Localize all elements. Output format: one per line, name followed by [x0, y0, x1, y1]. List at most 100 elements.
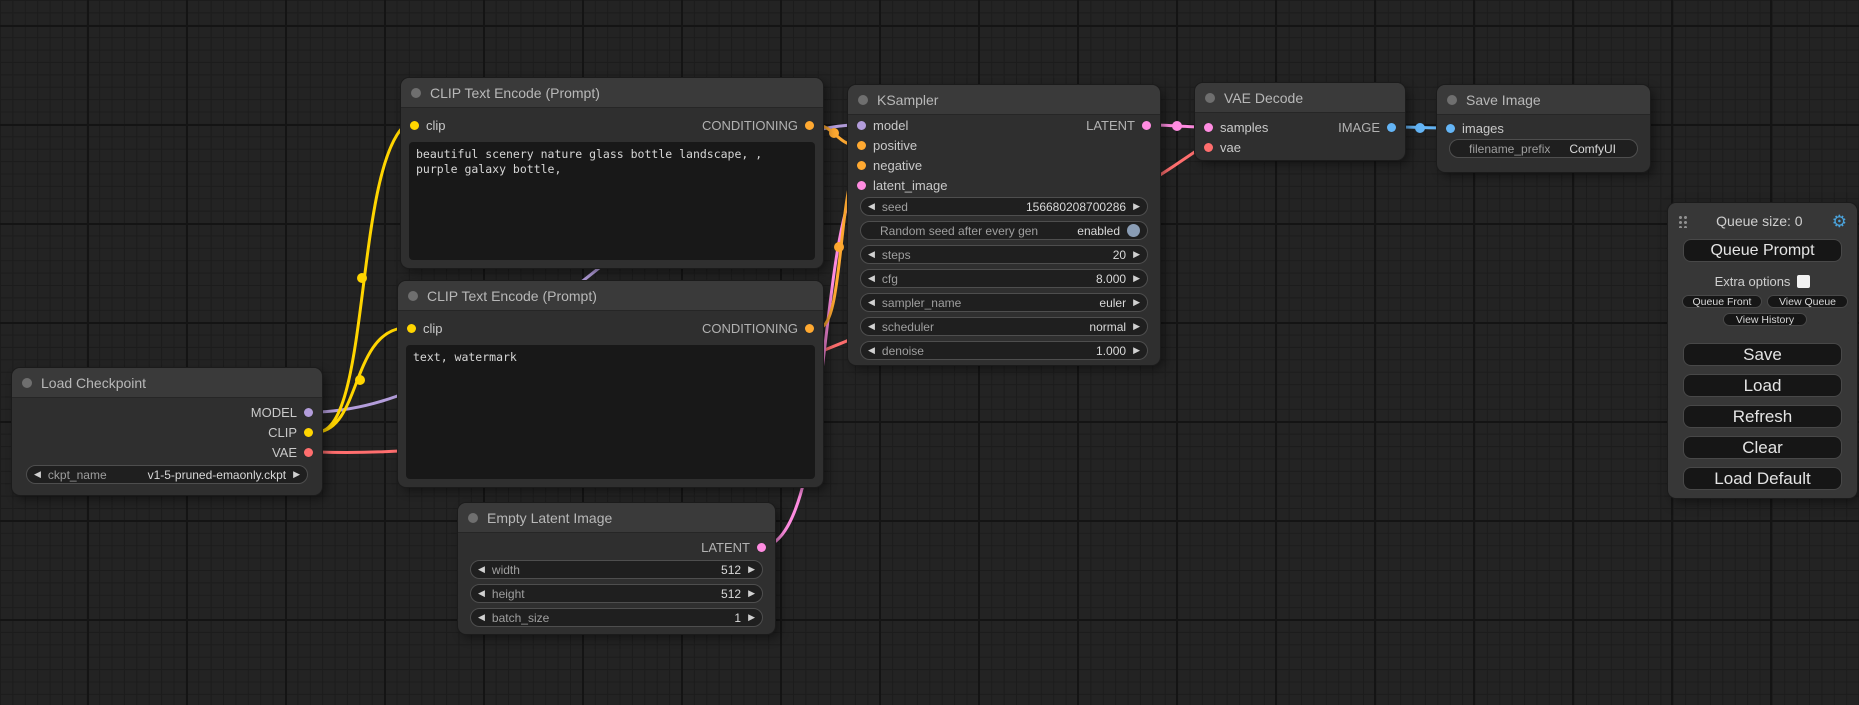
node-save-image[interactable]: Save Image images filename_prefix ComfyU…: [1437, 85, 1650, 172]
steps-widget[interactable]: ◀ steps 20 ▶: [860, 245, 1148, 264]
model-port-icon[interactable]: [304, 408, 313, 417]
ckpt-name-widget[interactable]: ◀ ckpt_name v1-5-pruned-emaonly.ckpt ▶: [26, 465, 308, 484]
batch-size-widget[interactable]: ◀ batch_size 1 ▶: [470, 608, 763, 627]
conditioning-port-icon[interactable]: [857, 141, 866, 150]
extra-options-checkbox[interactable]: [1797, 275, 1810, 288]
node-load-checkpoint[interactable]: Load Checkpoint MODEL CLIP VAE ◀ ckpt_na…: [12, 368, 322, 495]
refresh-button[interactable]: Refresh: [1683, 405, 1842, 428]
node-ksampler[interactable]: KSampler model positive negative latent_…: [848, 85, 1160, 365]
increment-arrow-icon[interactable]: ▶: [293, 470, 300, 479]
prompt-textarea[interactable]: beautiful scenery nature glass bottle la…: [409, 142, 815, 260]
input-slot-negative[interactable]: negative: [857, 156, 922, 174]
collapse-dot-icon[interactable]: [858, 95, 868, 105]
view-queue-button[interactable]: View Queue: [1767, 295, 1848, 308]
vae-port-icon[interactable]: [1204, 143, 1213, 152]
output-slot-conditioning[interactable]: CONDITIONING: [702, 319, 814, 337]
latent-port-icon[interactable]: [1142, 121, 1151, 130]
random-seed-toggle-widget[interactable]: Random seed after every gen enabled: [860, 221, 1148, 240]
save-button[interactable]: Save: [1683, 343, 1842, 366]
conditioning-port-icon[interactable]: [805, 121, 814, 130]
decrement-arrow-icon[interactable]: ◀: [868, 346, 875, 355]
input-slot-positive[interactable]: positive: [857, 136, 917, 154]
output-slot-vae[interactable]: VAE: [272, 443, 313, 461]
clip-port-icon[interactable]: [410, 121, 419, 130]
increment-arrow-icon[interactable]: ▶: [748, 613, 755, 622]
filename-prefix-widget[interactable]: filename_prefix ComfyUI: [1449, 139, 1638, 158]
increment-arrow-icon[interactable]: ▶: [1133, 250, 1140, 259]
view-history-button[interactable]: View History: [1723, 313, 1807, 326]
collapse-dot-icon[interactable]: [408, 291, 418, 301]
output-slot-latent[interactable]: LATENT: [701, 538, 766, 556]
decrement-arrow-icon[interactable]: ◀: [478, 565, 485, 574]
load-default-button[interactable]: Load Default: [1683, 467, 1842, 490]
node-clip-text-encode-negative[interactable]: CLIP Text Encode (Prompt) clip CONDITION…: [398, 281, 823, 487]
latent-port-icon[interactable]: [857, 181, 866, 190]
model-port-icon[interactable]: [857, 121, 866, 130]
cfg-widget[interactable]: ◀ cfg 8.000 ▶: [860, 269, 1148, 288]
increment-arrow-icon[interactable]: ▶: [1133, 274, 1140, 283]
output-slot-model[interactable]: MODEL: [251, 403, 313, 421]
output-slot-conditioning[interactable]: CONDITIONING: [702, 116, 814, 134]
decrement-arrow-icon[interactable]: ◀: [478, 613, 485, 622]
node-clip-text-encode-positive[interactable]: CLIP Text Encode (Prompt) clip CONDITION…: [401, 78, 823, 268]
node-empty-latent-image[interactable]: Empty Latent Image LATENT ◀ width 512 ▶ …: [458, 503, 775, 634]
increment-arrow-icon[interactable]: ▶: [1133, 202, 1140, 211]
clip-port-icon[interactable]: [304, 428, 313, 437]
latent-port-icon[interactable]: [757, 543, 766, 552]
input-slot-clip[interactable]: clip: [410, 116, 446, 134]
input-slot-model[interactable]: model: [857, 116, 908, 134]
output-slot-clip[interactable]: CLIP: [268, 423, 313, 441]
denoise-widget[interactable]: ◀ denoise 1.000 ▶: [860, 341, 1148, 360]
input-slot-samples[interactable]: samples: [1204, 118, 1268, 136]
collapse-dot-icon[interactable]: [411, 88, 421, 98]
node-graph-canvas[interactable]: Load Checkpoint MODEL CLIP VAE ◀ ckpt_na…: [0, 0, 1859, 705]
output-slot-latent[interactable]: LATENT: [1086, 116, 1151, 134]
increment-arrow-icon[interactable]: ▶: [748, 589, 755, 598]
decrement-arrow-icon[interactable]: ◀: [868, 202, 875, 211]
width-widget[interactable]: ◀ width 512 ▶: [470, 560, 763, 579]
input-slot-images[interactable]: images: [1446, 119, 1504, 137]
sampler-name-widget[interactable]: ◀ sampler_name euler ▶: [860, 293, 1148, 312]
image-port-icon[interactable]: [1446, 124, 1455, 133]
input-slot-clip[interactable]: clip: [407, 319, 443, 337]
node-header[interactable]: KSampler: [848, 85, 1160, 115]
load-button[interactable]: Load: [1683, 374, 1842, 397]
drag-handle-icon[interactable]: [1678, 214, 1687, 228]
prompt-textarea[interactable]: text, watermark: [406, 345, 815, 479]
scheduler-widget[interactable]: ◀ scheduler normal ▶: [860, 317, 1148, 336]
node-header[interactable]: CLIP Text Encode (Prompt): [401, 78, 823, 108]
increment-arrow-icon[interactable]: ▶: [1133, 346, 1140, 355]
collapse-dot-icon[interactable]: [1205, 93, 1215, 103]
node-header[interactable]: CLIP Text Encode (Prompt): [398, 281, 823, 311]
decrement-arrow-icon[interactable]: ◀: [868, 274, 875, 283]
collapse-dot-icon[interactable]: [22, 378, 32, 388]
image-port-icon[interactable]: [1387, 123, 1396, 132]
vae-port-icon[interactable]: [304, 448, 313, 457]
input-slot-vae[interactable]: vae: [1204, 138, 1241, 156]
node-vae-decode[interactable]: VAE Decode samples vae IMAGE: [1195, 83, 1405, 160]
decrement-arrow-icon[interactable]: ◀: [868, 250, 875, 259]
conditioning-port-icon[interactable]: [857, 161, 866, 170]
node-header[interactable]: VAE Decode: [1195, 83, 1405, 113]
node-header[interactable]: Empty Latent Image: [458, 503, 775, 533]
clear-button[interactable]: Clear: [1683, 436, 1842, 459]
decrement-arrow-icon[interactable]: ◀: [34, 470, 41, 479]
height-widget[interactable]: ◀ height 512 ▶: [470, 584, 763, 603]
latent-port-icon[interactable]: [1204, 123, 1213, 132]
input-slot-latent-image[interactable]: latent_image: [857, 176, 947, 194]
gear-icon[interactable]: ⚙: [1832, 213, 1847, 230]
queue-front-button[interactable]: Queue Front: [1682, 295, 1762, 308]
decrement-arrow-icon[interactable]: ◀: [478, 589, 485, 598]
node-header[interactable]: Save Image: [1437, 85, 1650, 115]
output-slot-image[interactable]: IMAGE: [1338, 118, 1396, 136]
toggle-dot-icon[interactable]: [1127, 224, 1140, 237]
conditioning-port-icon[interactable]: [805, 324, 814, 333]
node-header[interactable]: Load Checkpoint: [12, 368, 322, 398]
increment-arrow-icon[interactable]: ▶: [748, 565, 755, 574]
seed-widget[interactable]: ◀ seed 156680208700286 ▶: [860, 197, 1148, 216]
clip-port-icon[interactable]: [407, 324, 416, 333]
decrement-arrow-icon[interactable]: ◀: [868, 322, 875, 331]
decrement-arrow-icon[interactable]: ◀: [868, 298, 875, 307]
collapse-dot-icon[interactable]: [468, 513, 478, 523]
queue-prompt-button[interactable]: Queue Prompt: [1683, 239, 1842, 262]
